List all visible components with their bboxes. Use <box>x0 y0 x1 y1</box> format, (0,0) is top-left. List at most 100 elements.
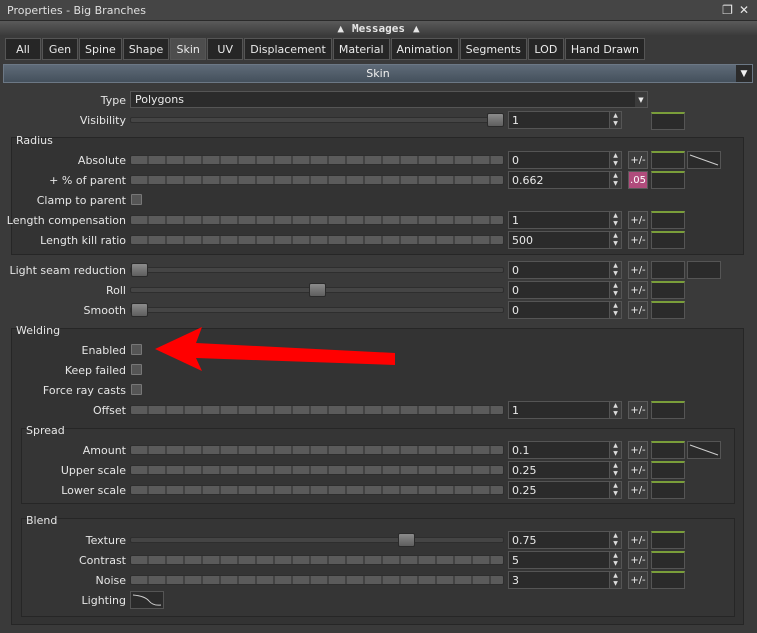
spinner-icon[interactable]: ▲ ▼ <box>609 232 621 248</box>
spinner-icon[interactable]: ▲ ▼ <box>609 442 621 458</box>
length-kill-slider[interactable] <box>130 235 504 245</box>
profile-curve-button[interactable] <box>687 261 721 279</box>
plus-minus-button[interactable]: +/- <box>628 211 648 229</box>
animation-curve-button[interactable] <box>651 551 685 569</box>
animation-curve-button[interactable] <box>651 571 685 589</box>
pct-parent-slider[interactable] <box>130 175 504 185</box>
smooth-slider[interactable] <box>130 303 504 317</box>
texture-slider[interactable] <box>130 533 504 547</box>
type-select[interactable]: Polygons ▼ <box>130 91 648 108</box>
tab-hand-drawn[interactable]: Hand Drawn <box>564 38 646 60</box>
animation-curve-button[interactable] <box>651 441 685 459</box>
absolute-slider[interactable] <box>130 155 504 165</box>
spinner-icon[interactable]: ▲ ▼ <box>609 172 621 188</box>
spinner-icon[interactable]: ▲ ▼ <box>609 262 621 278</box>
slider-knob[interactable] <box>131 303 148 317</box>
plus-minus-button[interactable]: +/- <box>628 531 648 549</box>
light-seam-field[interactable]: 0 ▲ ▼ <box>508 261 622 279</box>
tab-lod[interactable]: LOD <box>527 38 564 60</box>
animation-curve-button[interactable] <box>651 461 685 479</box>
spinner-icon[interactable]: ▲ ▼ <box>609 152 621 168</box>
profile-curve-button[interactable] <box>687 441 721 459</box>
texture-field[interactable]: 0.75 ▲ ▼ <box>508 531 622 549</box>
spinner-icon[interactable]: ▲ ▼ <box>609 402 621 418</box>
plus-minus-button[interactable]: +/- <box>628 261 648 279</box>
contrast-field[interactable]: 5 ▲ ▼ <box>508 551 622 569</box>
animation-curve-button[interactable] <box>651 171 685 189</box>
roll-slider[interactable] <box>130 283 504 297</box>
roll-field[interactable]: 0 ▲ ▼ <box>508 281 622 299</box>
amount-field[interactable]: 0.1 ▲ ▼ <box>508 441 622 459</box>
spinner-icon[interactable]: ▲ ▼ <box>609 302 621 318</box>
spinner-icon[interactable]: ▲ ▼ <box>609 572 621 588</box>
slider-knob[interactable] <box>487 113 504 127</box>
messages-bar[interactable]: ▲ Messages ▲ <box>0 21 757 35</box>
plus-minus-button[interactable]: +/- <box>628 551 648 569</box>
tab-material[interactable]: Material <box>332 38 390 60</box>
animation-curve-button[interactable] <box>651 211 685 229</box>
slider-knob[interactable] <box>398 533 415 547</box>
spinner-icon[interactable]: ▲ ▼ <box>609 532 621 548</box>
amount-slider[interactable] <box>130 445 504 455</box>
plus-minus-button[interactable]: +/- <box>628 281 648 299</box>
spinner-icon[interactable]: ▲ ▼ <box>609 482 621 498</box>
animation-curve-button[interactable] <box>651 112 685 130</box>
clamp-checkbox[interactable] <box>131 194 142 205</box>
offset-slider[interactable] <box>130 405 504 415</box>
tab-uv[interactable]: UV <box>207 38 244 60</box>
animation-curve-button[interactable] <box>651 301 685 319</box>
spinner-icon[interactable]: ▲ ▼ <box>609 552 621 568</box>
tab-segments[interactable]: Segments <box>459 38 527 60</box>
plus-minus-button[interactable]: +/- <box>628 571 648 589</box>
chevron-down-icon[interactable]: ▼ <box>736 65 752 82</box>
tab-shape[interactable]: Shape <box>122 38 170 60</box>
noise-field[interactable]: 3 ▲ ▼ <box>508 571 622 589</box>
keep-failed-checkbox[interactable] <box>131 364 142 375</box>
tab-skin[interactable]: Skin <box>170 38 207 60</box>
slider-knob[interactable] <box>131 263 148 277</box>
plus-minus-button[interactable]: +/- <box>628 231 648 249</box>
tab-displacement[interactable]: Displacement <box>244 38 332 60</box>
offset-field[interactable]: 1 ▲ ▼ <box>508 401 622 419</box>
lower-scale-slider[interactable] <box>130 485 504 495</box>
light-seam-slider[interactable] <box>130 263 504 277</box>
noise-slider[interactable] <box>130 575 504 585</box>
tab-spine[interactable]: Spine <box>79 38 122 60</box>
visibility-slider[interactable] <box>130 113 504 127</box>
pct-parent-field[interactable]: 0.662 ▲ ▼ <box>508 171 622 189</box>
tab-all[interactable]: All <box>5 38 41 60</box>
section-header-skin[interactable]: Skin ▼ <box>3 64 753 83</box>
length-comp-slider[interactable] <box>130 215 504 225</box>
lighting-curve-button[interactable] <box>130 591 164 609</box>
animation-curve-button[interactable] <box>651 261 685 279</box>
animation-curve-button[interactable] <box>651 151 685 169</box>
animation-curve-button[interactable] <box>651 401 685 419</box>
length-kill-field[interactable]: 500 ▲ ▼ <box>508 231 622 249</box>
force-ray-checkbox[interactable] <box>131 384 142 395</box>
slider-knob[interactable] <box>309 283 326 297</box>
plus-minus-button[interactable]: +/- <box>628 441 648 459</box>
absolute-field[interactable]: 0 ▲ ▼ <box>508 151 622 169</box>
spinner-icon[interactable]: ▲ ▼ <box>609 462 621 478</box>
animation-curve-button[interactable] <box>651 281 685 299</box>
variance-badge[interactable]: .05 <box>628 171 648 189</box>
enabled-checkbox[interactable] <box>131 344 142 355</box>
spinner-icon[interactable]: ▲ ▼ <box>609 282 621 298</box>
tab-gen[interactable]: Gen <box>42 38 78 60</box>
profile-curve-button[interactable] <box>687 151 721 169</box>
tab-animation[interactable]: Animation <box>390 38 459 60</box>
plus-minus-button[interactable]: +/- <box>628 461 648 479</box>
restore-icon[interactable]: ❐ <box>722 3 733 17</box>
spinner-icon[interactable]: ▲ ▼ <box>609 112 621 128</box>
lower-scale-field[interactable]: 0.25 ▲ ▼ <box>508 481 622 499</box>
upper-scale-slider[interactable] <box>130 465 504 475</box>
contrast-slider[interactable] <box>130 555 504 565</box>
plus-minus-button[interactable]: +/- <box>628 301 648 319</box>
animation-curve-button[interactable] <box>651 481 685 499</box>
animation-curve-button[interactable] <box>651 531 685 549</box>
visibility-field[interactable]: 1 ▲ ▼ <box>508 111 622 129</box>
close-icon[interactable]: ✕ <box>739 3 749 17</box>
animation-curve-button[interactable] <box>651 231 685 249</box>
plus-minus-button[interactable]: +/- <box>628 151 648 169</box>
upper-scale-field[interactable]: 0.25 ▲ ▼ <box>508 461 622 479</box>
